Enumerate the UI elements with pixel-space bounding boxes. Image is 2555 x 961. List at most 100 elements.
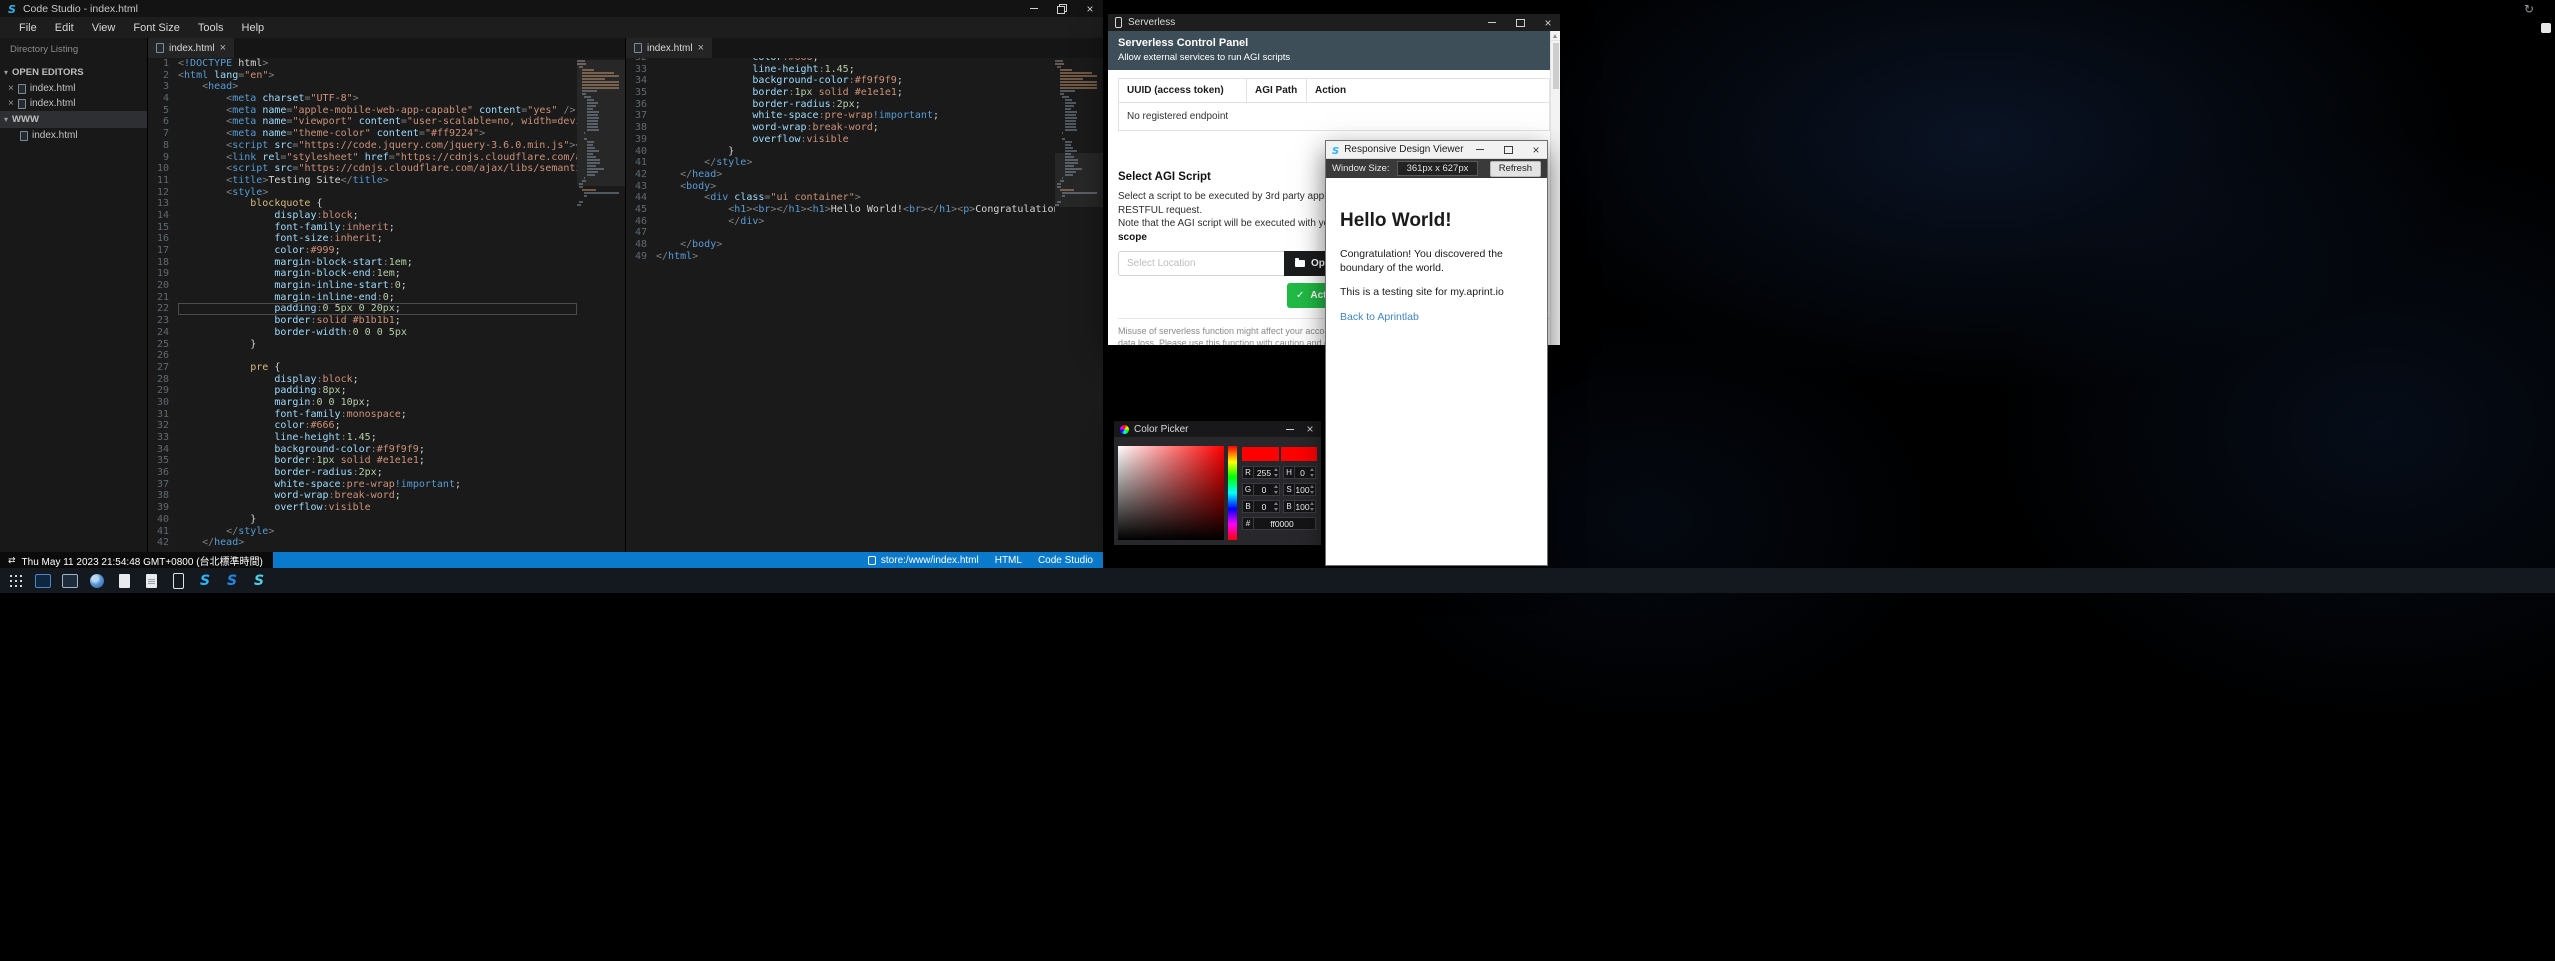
tab-index-html[interactable]: index.html	[148, 38, 234, 58]
color-swatch-1[interactable]	[1242, 447, 1279, 461]
code-editor[interactable]: 32 color:#666;33 line-height:1.45;34 bac…	[626, 52, 1055, 552]
code-line[interactable]: overflow:visible	[656, 134, 1055, 146]
minimize-icon[interactable]	[1285, 424, 1295, 434]
minimap[interactable]	[577, 58, 625, 552]
scrollbar[interactable]	[1550, 31, 1560, 345]
tab-close-icon[interactable]	[698, 42, 704, 54]
code-line[interactable]	[178, 350, 577, 362]
restore-icon[interactable]	[1057, 4, 1067, 14]
sidebar-section-www[interactable]: WWW	[0, 111, 147, 128]
code-line[interactable]: background-color:#f9f9f9;	[178, 444, 577, 456]
agi-script-location-input[interactable]	[1118, 251, 1284, 276]
sidebar-item-file[interactable]: index.html	[0, 128, 147, 143]
code-line[interactable]: margin-block-end:1em;	[178, 268, 577, 280]
close-icon[interactable]	[1543, 18, 1553, 28]
code-line[interactable]: margin-inline-end:0;	[178, 292, 577, 304]
code-studio-icon-3[interactable]	[250, 572, 268, 590]
status-language[interactable]: HTML	[995, 555, 1022, 566]
sidebar-section-open-editors[interactable]: OPEN EDITORS	[0, 64, 147, 81]
menu-item-view[interactable]: View	[83, 17, 125, 38]
spinner-icon[interactable]	[1274, 468, 1278, 477]
menu-item-help[interactable]: Help	[233, 17, 274, 38]
notes-icon[interactable]	[142, 572, 160, 590]
spinner-icon[interactable]	[1310, 468, 1314, 477]
code-line[interactable]: border:1px solid #e1e1e1;	[178, 455, 577, 467]
code-line[interactable]: </style>	[656, 157, 1055, 169]
code-line[interactable]: color:#666;	[178, 420, 577, 432]
code-line[interactable]: }	[656, 146, 1055, 158]
code-line[interactable]: display:block;	[178, 210, 577, 222]
status-datetime-chip[interactable]: Thu May 11 2023 21:54:48 GMT+0800 (台北標準時…	[0, 552, 273, 568]
code-line[interactable]: </html>	[656, 251, 1055, 263]
close-icon[interactable]	[8, 98, 14, 109]
code-line[interactable]: blockquote {	[178, 198, 577, 210]
code-studio-icon-2[interactable]	[223, 572, 241, 590]
code-line[interactable]: margin-block-start:1em;	[178, 257, 577, 269]
code-line[interactable]	[656, 227, 1055, 239]
code-line[interactable]: border:1px solid #e1e1e1;	[656, 87, 1055, 99]
desktop-widget-icon[interactable]	[2541, 23, 2551, 33]
code-line[interactable]: font-family:monospace;	[178, 409, 577, 421]
menu-item-edit[interactable]: Edit	[46, 17, 83, 38]
code-line[interactable]: <head>	[178, 81, 577, 93]
code-line[interactable]: border-radius:2px;	[178, 467, 577, 479]
maximize-icon[interactable]	[1503, 145, 1513, 155]
document-icon[interactable]	[115, 572, 133, 590]
menu-item-file[interactable]: File	[10, 17, 46, 38]
maximize-icon[interactable]	[1515, 18, 1525, 28]
browser-icon[interactable]	[88, 572, 106, 590]
code-line[interactable]: <style>	[178, 187, 577, 199]
spinner-icon[interactable]	[1274, 485, 1278, 494]
color-swatch-2[interactable]	[1281, 447, 1318, 461]
code-line[interactable]: <body>	[656, 181, 1055, 193]
sidebar-item-file[interactable]: index.html	[0, 96, 147, 111]
window-size-value[interactable]: 361px x 627px	[1397, 161, 1479, 176]
code-line[interactable]: }	[178, 514, 577, 526]
minimize-icon[interactable]	[1475, 145, 1485, 155]
minimize-icon[interactable]	[1029, 4, 1039, 14]
code-line[interactable]: </style>	[178, 526, 577, 538]
minimap-viewport[interactable]	[1055, 153, 1103, 207]
desktop-sync-icon[interactable]	[2524, 2, 2534, 16]
code-line[interactable]: </div>	[656, 216, 1055, 228]
scrollbar-thumb[interactable]	[1553, 43, 1559, 89]
refresh-button[interactable]: Refresh	[1490, 161, 1541, 177]
code-line[interactable]: word-wrap:break-word;	[178, 490, 577, 502]
code-line[interactable]: <!DOCTYPE html>	[178, 58, 577, 70]
hue-slider[interactable]	[1228, 446, 1237, 540]
code-line[interactable]: <script src="https://code.jquery.com/jqu…	[178, 140, 577, 152]
code-line[interactable]: <link rel="stylesheet" href="https://cdn…	[178, 152, 577, 164]
code-line[interactable]: margin-inline-start:0;	[178, 280, 577, 292]
code-editor[interactable]: 1<!DOCTYPE html>2<html lang="en">3 <head…	[148, 58, 577, 552]
minimize-icon[interactable]	[1487, 18, 1497, 28]
menu-item-font-size[interactable]: Font Size	[124, 17, 188, 38]
code-line[interactable]: font-size:inherit;	[178, 233, 577, 245]
scroll-up-icon[interactable]	[1551, 31, 1560, 41]
code-line[interactable]: border:solid #b1b1b1;	[178, 315, 577, 327]
code-line[interactable]: border-width:0 0 0 5px	[178, 327, 577, 339]
minimap[interactable]	[1055, 58, 1103, 552]
code-line[interactable]: white-space:pre-wrap!important;	[178, 479, 577, 491]
sidebar-item-file[interactable]: index.html	[0, 81, 147, 96]
spinner-icon[interactable]	[1274, 502, 1278, 511]
code-line[interactable]: <meta name="theme-color" content="#ff922…	[178, 128, 577, 140]
code-line[interactable]: <meta name="apple-mobile-web-app-capable…	[178, 105, 577, 117]
launcher-grid-icon[interactable]	[7, 572, 25, 590]
code-studio-icon-1[interactable]	[196, 572, 214, 590]
saturation-area[interactable]	[1118, 446, 1224, 540]
terminal-icon[interactable]	[34, 572, 52, 590]
viewer-title-bar[interactable]: Responsive Design Viewer	[1326, 141, 1547, 159]
code-line[interactable]: line-height:1.45;	[656, 64, 1055, 76]
close-icon[interactable]	[1305, 424, 1315, 434]
code-line[interactable]: white-space:pre-wrap!important;	[656, 110, 1055, 122]
back-to-aprintlab-link[interactable]: Back to Aprintlab	[1340, 311, 1533, 323]
phone-icon[interactable]	[169, 572, 187, 590]
code-line[interactable]: padding:0 5px 0 20px;	[178, 303, 577, 315]
code-line[interactable]: padding:8px;	[178, 385, 577, 397]
brightness-input[interactable]: 100	[1295, 500, 1316, 513]
red-input[interactable]: 255	[1254, 466, 1280, 479]
tab-close-icon[interactable]	[220, 42, 226, 54]
close-icon[interactable]	[1085, 4, 1095, 14]
code-line[interactable]: </head>	[178, 537, 577, 549]
blue-input[interactable]: 0	[1254, 500, 1280, 513]
